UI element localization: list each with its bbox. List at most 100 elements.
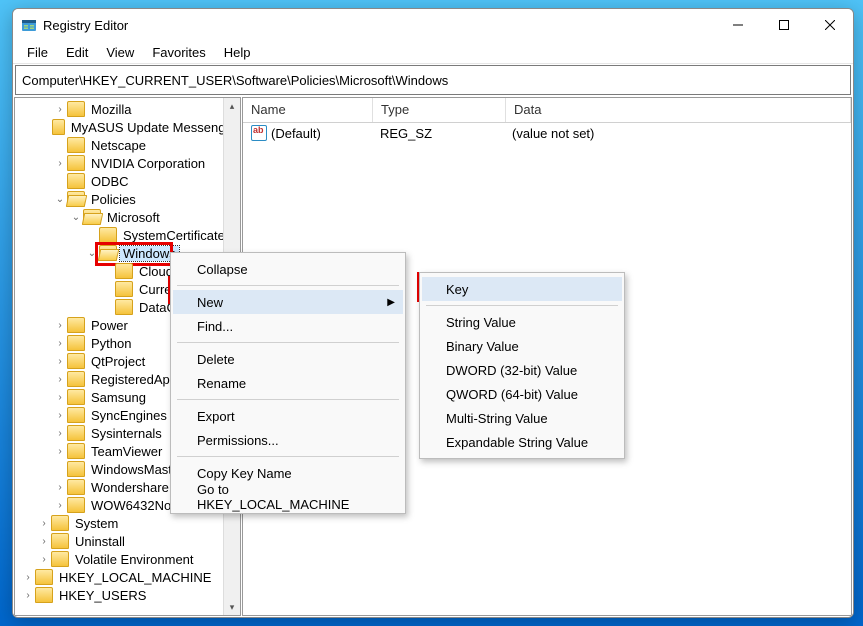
folder-icon	[67, 497, 85, 513]
col-type[interactable]: Type	[373, 98, 506, 122]
chevron-right-icon[interactable]: ›	[53, 338, 67, 349]
ctx-new[interactable]: New ▶	[173, 290, 403, 314]
tree-item[interactable]: ⌄Policies	[15, 190, 240, 208]
menu-file[interactable]: File	[19, 43, 56, 62]
ctx-new-qword[interactable]: QWORD (64-bit) Value	[422, 382, 622, 406]
chevron-right-icon[interactable]: ›	[53, 500, 67, 511]
ctx-export[interactable]: Export	[173, 404, 403, 428]
col-name[interactable]: Name	[243, 98, 373, 122]
folder-icon	[67, 425, 85, 441]
chevron-down-icon[interactable]: ⌄	[53, 194, 67, 205]
list-row[interactable]: (Default) REG_SZ (value not set)	[243, 123, 851, 143]
tree-label: MyASUS Update Messenger	[68, 120, 240, 135]
chevron-right-icon[interactable]: ›	[53, 320, 67, 331]
minimize-button[interactable]	[715, 9, 761, 41]
context-menu: Collapse New ▶ Find... Delete Rename Exp…	[170, 252, 406, 514]
tree-label: Wondershare	[88, 480, 172, 495]
chevron-right-icon[interactable]: ›	[53, 410, 67, 421]
chevron-down-icon[interactable]: ⌄	[85, 248, 99, 259]
list-header: Name Type Data	[243, 98, 851, 123]
tree-label: HKEY_LOCAL_MACHINE	[56, 570, 214, 585]
value-type: REG_SZ	[372, 126, 504, 141]
chevron-right-icon[interactable]: ›	[53, 482, 67, 493]
tree-label: Mozilla	[88, 102, 134, 117]
chevron-right-icon[interactable]: ›	[53, 446, 67, 457]
ctx-sep	[177, 456, 399, 457]
col-data[interactable]: Data	[506, 98, 851, 122]
tree-label: Sysinternals	[88, 426, 165, 441]
ctx-goto-hklm[interactable]: Go to HKEY_LOCAL_MACHINE	[173, 485, 403, 509]
ctx-new-expandstring[interactable]: Expandable String Value	[422, 430, 622, 454]
folder-icon	[115, 263, 133, 279]
folder-icon	[67, 137, 85, 153]
chevron-right-icon[interactable]: ›	[53, 158, 67, 169]
ctx-new-string[interactable]: String Value	[422, 310, 622, 334]
tree-label: Netscape	[88, 138, 149, 153]
close-button[interactable]	[807, 9, 853, 41]
chevron-right-icon[interactable]: ›	[37, 554, 51, 565]
tree-item[interactable]: › Uninstall	[15, 532, 240, 550]
scroll-up-icon[interactable]: ▴	[224, 98, 240, 114]
tree-item[interactable]: › Volatile Environment	[15, 550, 240, 568]
chevron-right-icon[interactable]: ›	[53, 356, 67, 367]
tree-item[interactable]: SystemCertificates	[15, 226, 240, 244]
tree-label: Uninstall	[72, 534, 128, 549]
ctx-new-label: New	[197, 295, 223, 310]
ctx-sep	[426, 305, 618, 306]
tree-item[interactable]: ⌄ Microsoft	[15, 208, 240, 226]
folder-icon	[67, 407, 85, 423]
menu-view[interactable]: View	[98, 43, 142, 62]
folder-icon	[115, 299, 133, 315]
folder-icon	[83, 209, 101, 225]
menu-help[interactable]: Help	[216, 43, 259, 62]
scroll-down-icon[interactable]: ▾	[224, 599, 240, 615]
folder-icon	[99, 245, 117, 261]
new-submenu: Key String Value Binary Value DWORD (32-…	[419, 272, 625, 459]
chevron-right-icon[interactable]: ›	[53, 104, 67, 115]
ctx-sep	[177, 342, 399, 343]
menu-favorites[interactable]: Favorites	[144, 43, 213, 62]
menu-edit[interactable]: Edit	[58, 43, 96, 62]
chevron-right-icon[interactable]: ›	[37, 518, 51, 529]
chevron-down-icon[interactable]: ⌄	[69, 212, 83, 223]
ctx-new-key[interactable]: Key	[422, 277, 622, 301]
tree-item[interactable]: ODBC	[15, 172, 240, 190]
chevron-right-icon[interactable]: ›	[53, 428, 67, 439]
folder-icon	[67, 101, 85, 117]
folder-icon	[51, 551, 69, 567]
tree-item[interactable]: › HKEY_LOCAL_MACHINE	[15, 568, 240, 586]
maximize-button[interactable]	[761, 9, 807, 41]
tree-item[interactable]: › HKEY_USERS	[15, 586, 240, 604]
ctx-permissions[interactable]: Permissions...	[173, 428, 403, 452]
tree-label: Microsoft	[104, 210, 163, 225]
folder-icon	[67, 173, 85, 189]
tree-item[interactable]: MyASUS Update Messenger	[15, 118, 240, 136]
tree-label: HKEY_USERS	[56, 588, 149, 603]
tree-item[interactable]: ›NVIDIA Corporation	[15, 154, 240, 172]
chevron-right-icon[interactable]: ›	[21, 590, 35, 601]
window-controls	[715, 9, 853, 41]
folder-icon	[67, 335, 85, 351]
ctx-rename[interactable]: Rename	[173, 371, 403, 395]
ctx-new-multistring[interactable]: Multi-String Value	[422, 406, 622, 430]
folder-icon	[67, 371, 85, 387]
ctx-new-binary[interactable]: Binary Value	[422, 334, 622, 358]
folder-icon	[67, 155, 85, 171]
tree-label: Volatile Environment	[72, 552, 197, 567]
ctx-find[interactable]: Find...	[173, 314, 403, 338]
chevron-right-icon[interactable]: ›	[53, 392, 67, 403]
tree-item[interactable]: › Mozilla	[15, 100, 240, 118]
ctx-delete[interactable]: Delete	[173, 347, 403, 371]
ctx-new-dword[interactable]: DWORD (32-bit) Value	[422, 358, 622, 382]
chevron-right-icon[interactable]: ›	[21, 572, 35, 583]
tree-item[interactable]: Netscape	[15, 136, 240, 154]
value-name: (Default)	[271, 126, 321, 141]
chevron-right-icon[interactable]: ›	[53, 374, 67, 385]
chevron-right-icon[interactable]: ›	[37, 536, 51, 547]
address-bar[interactable]: Computer\HKEY_CURRENT_USER\Software\Poli…	[15, 65, 851, 95]
ctx-sep	[177, 285, 399, 286]
tree-label: Samsung	[88, 390, 149, 405]
ctx-collapse[interactable]: Collapse	[173, 257, 403, 281]
tree-item[interactable]: ›System	[15, 514, 240, 532]
tree-label: Power	[88, 318, 131, 333]
